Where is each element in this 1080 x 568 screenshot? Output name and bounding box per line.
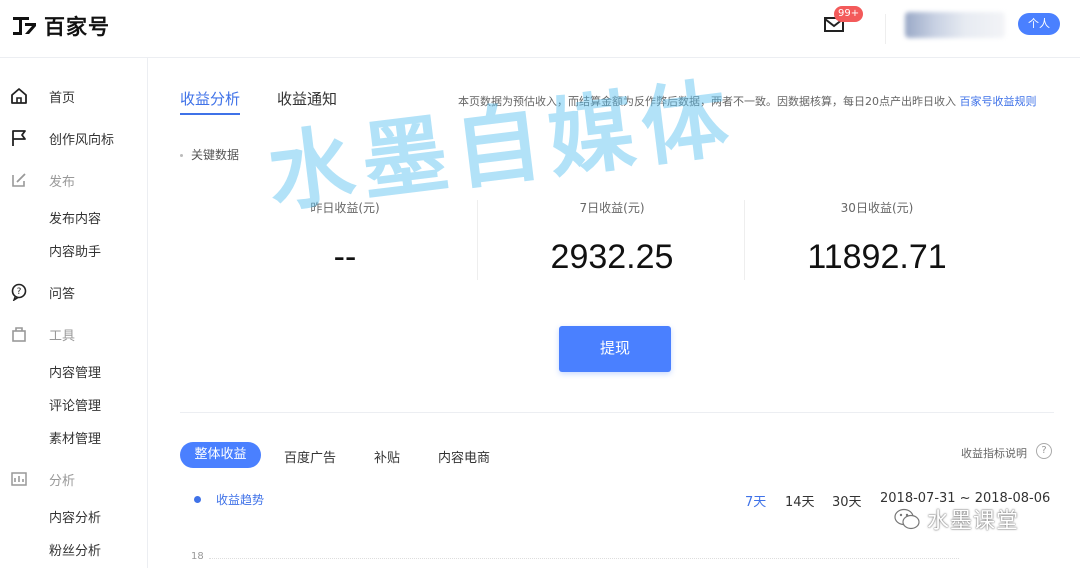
sidebar-item-label: 内容管理 <box>49 365 102 381</box>
help-icon[interactable]: ? <box>1036 443 1052 459</box>
chart-icon <box>11 472 27 486</box>
key-data-label: 关键数据 <box>191 148 240 162</box>
tab-revenue-notice[interactable]: 收益通知 <box>277 88 337 109</box>
tab-revenue-analysis[interactable]: 收益分析 <box>180 88 240 109</box>
sidebar-section-label: 分析 <box>49 473 76 489</box>
revenue-rules-link[interactable]: 百家号收益规则 <box>960 95 1037 108</box>
range-7-days[interactable]: 7天 <box>745 491 766 510</box>
withdraw-button[interactable]: 提现 <box>559 326 671 372</box>
chart-y-tick: 18 <box>191 551 204 562</box>
user-avatar[interactable] <box>905 12 1005 38</box>
sidebar-section-tools: 工具 <box>0 319 148 349</box>
sidebar-item-label: 素材管理 <box>49 431 102 447</box>
sidebar-item-publish-content[interactable]: 发布内容 <box>0 202 148 232</box>
thirty-day-revenue-value: 11892.71 <box>807 238 947 276</box>
home-icon <box>11 88 27 104</box>
seven-day-revenue-label: 7日收益(元) <box>579 201 645 215</box>
top-header: 百家号 99+ 个人 <box>0 0 1080 58</box>
date-range-picker[interactable]: 2018-07-31 ~ 2018-08-06 <box>880 491 1050 506</box>
yesterday-revenue-label: 昨日收益(元) <box>310 201 380 215</box>
logo-text: 百家号 <box>44 15 110 39</box>
sidebar-item-home[interactable]: 首页 <box>0 81 148 111</box>
logo-icon <box>13 17 36 35</box>
section-divider <box>180 412 1054 413</box>
sidebar: 首页 创作风向标 发布 发布内容 内容助手 ? 问答 工具 内容管理 评论管理 … <box>0 58 148 568</box>
sidebar-item-label: 粉丝分析 <box>49 543 102 559</box>
trend-bullet-icon <box>194 496 201 503</box>
stat-divider <box>477 200 478 280</box>
range-30-days[interactable]: 30天 <box>832 491 862 510</box>
notification-badge: 99+ <box>834 6 864 22</box>
thirty-day-revenue-label: 30日收益(元) <box>840 201 914 215</box>
sidebar-item-label: 内容助手 <box>49 244 102 260</box>
sidebar-item-trend-indicator[interactable]: 创作风向标 <box>0 123 148 153</box>
tab-baidu-ads[interactable]: 百度广告 <box>284 447 336 466</box>
sidebar-item-label: 内容分析 <box>49 510 102 526</box>
sidebar-section-label: 发布 <box>49 174 76 190</box>
sidebar-item-label: 首页 <box>49 90 76 106</box>
sidebar-item-content-analysis[interactable]: 内容分析 <box>0 501 148 531</box>
sidebar-item-material-management[interactable]: 素材管理 <box>0 422 148 452</box>
main-content: 收益分析 收益通知 本页数据为预估收入，而结算金额为反作弊后数据，两者不一致。因… <box>149 58 1080 568</box>
sidebar-item-label: 问答 <box>49 286 76 302</box>
sidebar-section-publish: 发布 <box>0 165 148 195</box>
bullet-icon <box>180 154 183 157</box>
revenue-trend-label: 收益趋势 <box>216 493 265 507</box>
tab-content-ecommerce[interactable]: 内容电商 <box>438 447 490 466</box>
edit-icon <box>12 173 26 187</box>
bag-icon <box>12 327 26 342</box>
yesterday-revenue-value: -- <box>333 238 357 276</box>
range-14-days[interactable]: 14天 <box>785 491 815 510</box>
svg-text:?: ? <box>17 287 22 297</box>
question-icon: ? <box>11 283 27 301</box>
key-data-title: 关键数据 <box>180 146 239 163</box>
seven-day-revenue-value: 2932.25 <box>550 238 674 276</box>
notice-text: 本页数据为预估收入，而结算金额为反作弊后数据，两者不一致。因数据核算，每日20点… <box>458 95 956 108</box>
chart-gridline <box>209 558 959 559</box>
sidebar-item-comment-management[interactable]: 评论管理 <box>0 389 148 419</box>
sidebar-item-content-management[interactable]: 内容管理 <box>0 356 148 386</box>
sidebar-section-label: 工具 <box>49 328 76 344</box>
revenue-notice-text: 本页数据为预估收入，而结算金额为反作弊后数据，两者不一致。因数据核算，每日20点… <box>458 93 1037 109</box>
sidebar-item-label: 发布内容 <box>49 211 102 227</box>
logo[interactable]: 百家号 <box>12 12 110 40</box>
revenue-metrics-help-link[interactable]: 收益指标说明 <box>961 445 1027 461</box>
active-tab-indicator <box>180 113 240 115</box>
header-divider <box>885 14 886 44</box>
stat-divider <box>744 200 745 280</box>
sidebar-item-qa[interactable]: ? 问答 <box>0 277 148 307</box>
sidebar-section-analysis: 分析 <box>0 464 148 494</box>
tab-subsidy[interactable]: 补贴 <box>374 447 400 466</box>
sidebar-item-fans-analysis[interactable]: 粉丝分析 <box>0 534 148 564</box>
account-type-badge[interactable]: 个人 <box>1018 13 1060 35</box>
sidebar-item-label: 创作风向标 <box>49 132 115 148</box>
sidebar-item-content-assistant[interactable]: 内容助手 <box>0 235 148 265</box>
flag-icon <box>12 130 26 146</box>
tab-overall-revenue[interactable]: 整体收益 <box>180 442 261 468</box>
sidebar-item-label: 评论管理 <box>49 398 102 414</box>
